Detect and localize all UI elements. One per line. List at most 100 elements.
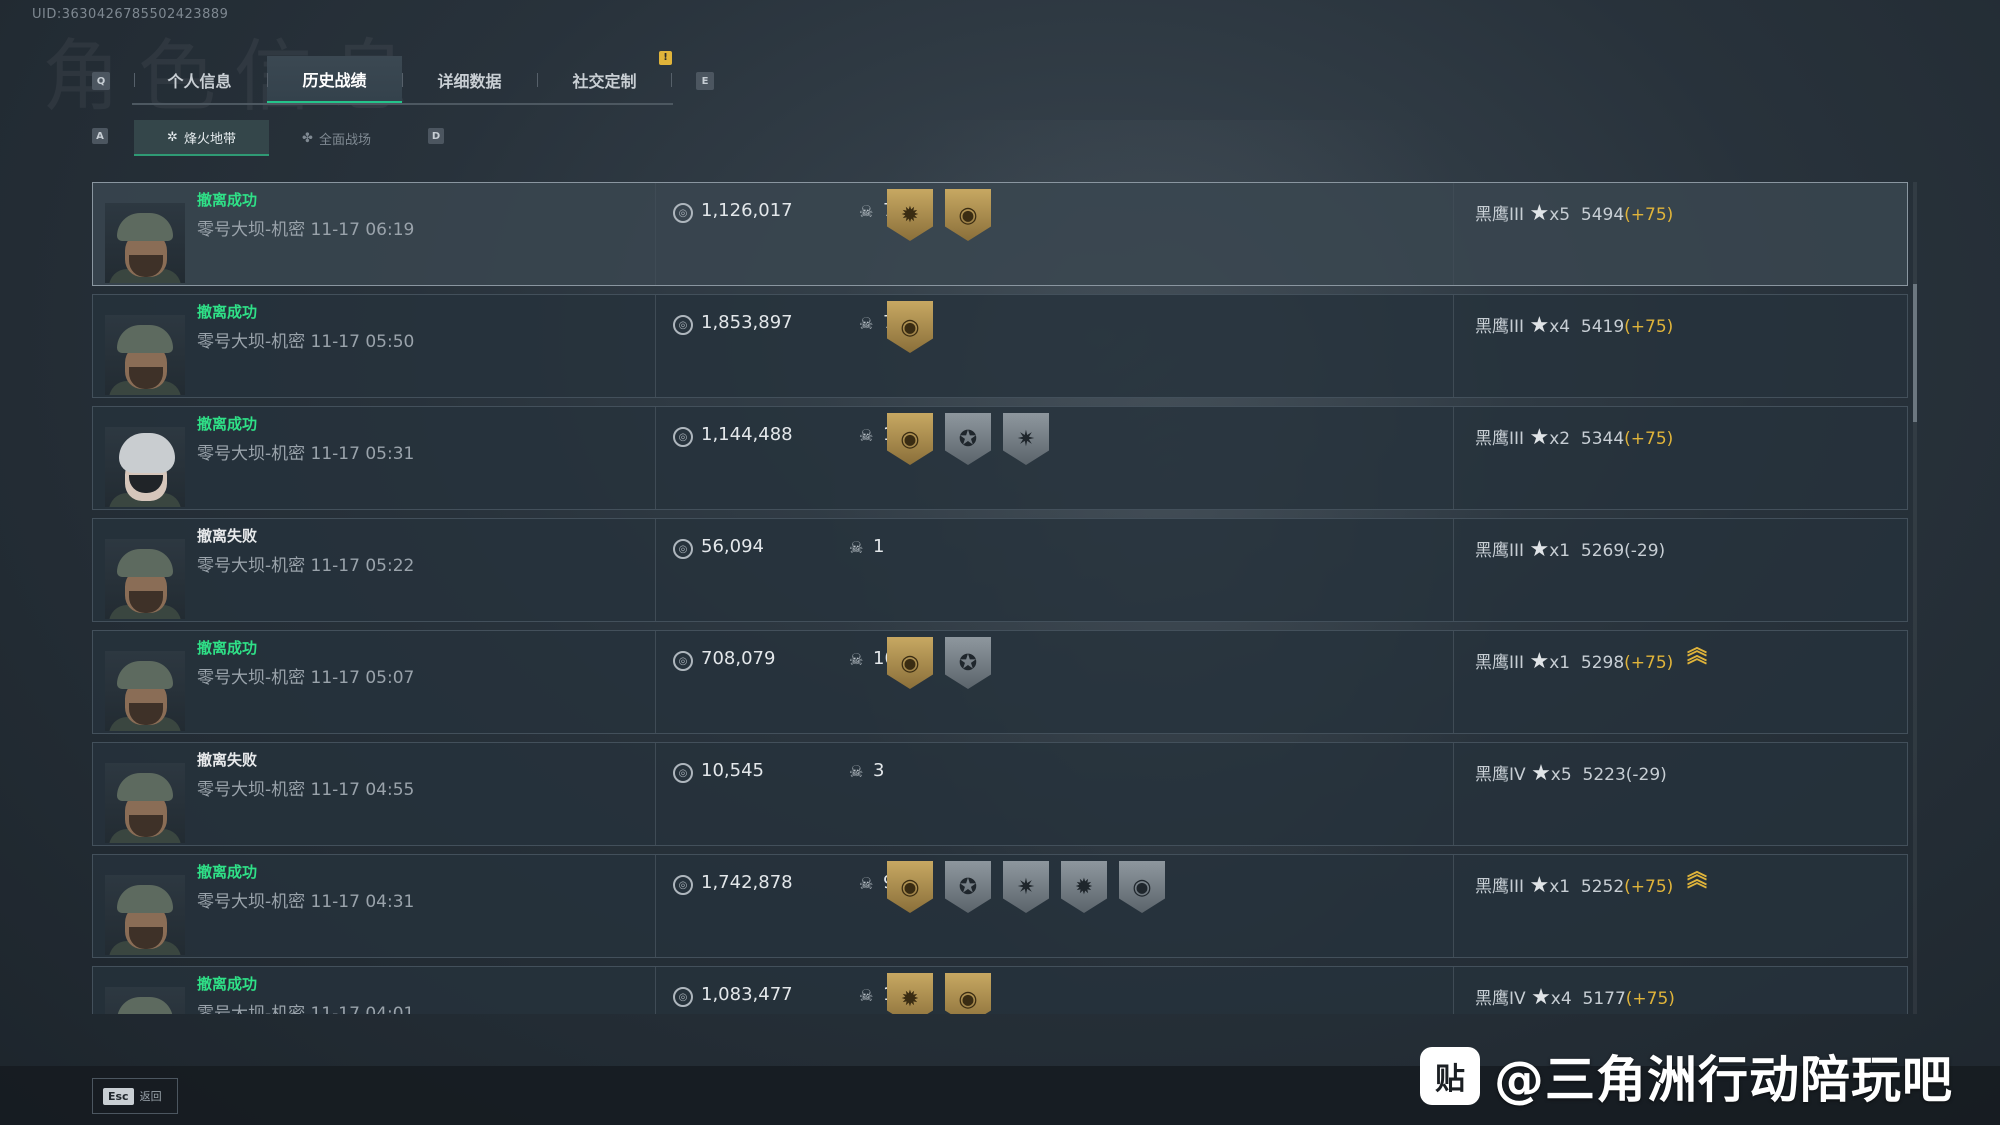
medal-list: ◉ ✪ ✷ ✹ ◉ bbox=[887, 861, 1165, 913]
match-row[interactable]: 撤离失败 零号大坝-机密 11-17 04:55 ◎ 10,545 ☠ 3 黑鹰… bbox=[92, 742, 1908, 846]
star-count: x5 bbox=[1549, 205, 1571, 225]
rank-score: 5177 bbox=[1582, 989, 1626, 1009]
medal-icon: ✹ bbox=[1061, 861, 1107, 913]
match-history-list: 撤离成功 零号大坝-机密 11-17 06:19 ◎ 1,126,017 ☠ 7… bbox=[92, 182, 1908, 1014]
star-count: x5 bbox=[1550, 765, 1572, 785]
medal-list: ✹ ◉ bbox=[887, 189, 991, 241]
medal-icon: ◉ bbox=[945, 189, 991, 241]
back-button[interactable]: Esc 返回 bbox=[92, 1078, 178, 1114]
rank-info: 黑鹰III ★x1 5252(+75) bbox=[1475, 872, 1673, 898]
rank-name: 黑鹰III bbox=[1475, 205, 1525, 225]
skull-icon: ☠ bbox=[849, 538, 864, 557]
star-count: x1 bbox=[1549, 653, 1571, 673]
medal-icon: ✹ bbox=[887, 189, 933, 241]
match-row[interactable]: 撤离失败 零号大坝-机密 11-17 05:22 ◎ 56,094 ☠ 1 黑鹰… bbox=[92, 518, 1908, 622]
subtab-warfare[interactable]: ✤ 全面战场 bbox=[269, 120, 404, 156]
match-row[interactable]: 撤离成功 零号大坝-机密 11-17 06:19 ◎ 1,126,017 ☠ 7… bbox=[92, 182, 1908, 286]
currency-icon: ◎ bbox=[673, 427, 693, 447]
match-row[interactable]: 撤离成功 零号大坝-机密 11-17 05:07 ◎ 708,079 ☠ 10 … bbox=[92, 630, 1908, 734]
medal-icon: ✪ bbox=[945, 413, 991, 465]
tieba-watermark: 贴 @三角洲行动陪玩吧 bbox=[1420, 1040, 1953, 1112]
score-delta: (+75) bbox=[1624, 205, 1674, 225]
currency-icon: ◎ bbox=[673, 875, 693, 895]
star-count: x4 bbox=[1550, 989, 1572, 1009]
skull-icon: ☠ bbox=[849, 762, 864, 781]
currency-icon: ◎ bbox=[673, 651, 693, 671]
medal-icon: ✪ bbox=[945, 637, 991, 689]
rank-score: 5494 bbox=[1580, 205, 1625, 225]
rank-score: 5223 bbox=[1582, 765, 1626, 785]
column-divider bbox=[655, 519, 656, 621]
map-and-time: 零号大坝-机密 11-17 04:55 bbox=[197, 780, 415, 800]
skull-icon: ☠ bbox=[859, 202, 874, 221]
match-row[interactable]: 撤离成功 零号大坝-机密 11-17 04:31 ◎ 1,742,878 ☠ 9… bbox=[92, 854, 1908, 958]
match-row[interactable]: 撤离成功 零号大坝-机密 11-17 04:01 ◎ 1,083,477 ☠ 1… bbox=[92, 966, 1908, 1014]
tab-underline bbox=[132, 103, 673, 105]
column-divider bbox=[655, 967, 656, 1014]
medal-icon: ◉ bbox=[887, 637, 933, 689]
medal-icon: ◉ bbox=[1119, 861, 1165, 913]
rank-name: 黑鹰III bbox=[1475, 317, 1525, 337]
score-delta: (+75) bbox=[1624, 877, 1674, 897]
currency-icon: ◎ bbox=[673, 763, 693, 783]
prev-tab-key[interactable]: Q bbox=[92, 72, 110, 90]
medal-list: ◉ ✪ bbox=[887, 637, 991, 689]
column-divider bbox=[655, 295, 656, 397]
esc-key: Esc bbox=[103, 1087, 134, 1105]
star-icon: ★ bbox=[1529, 873, 1550, 898]
skull-icon: ☠ bbox=[859, 314, 874, 333]
operator-avatar bbox=[105, 763, 185, 843]
rank-up-chevron-icon: ︽ ︽ bbox=[1687, 635, 1707, 667]
star-count: x1 bbox=[1549, 541, 1571, 561]
prev-subtab-key[interactable]: A bbox=[92, 128, 108, 144]
column-divider bbox=[655, 631, 656, 733]
operator-avatar bbox=[105, 427, 185, 507]
back-label: 返回 bbox=[139, 1090, 162, 1103]
match-row[interactable]: 撤离成功 零号大坝-机密 11-17 05:50 ◎ 1,853,897 ☠ 7… bbox=[92, 294, 1908, 398]
tieba-logo: 贴 bbox=[1420, 1047, 1480, 1105]
medal-list: ◉ bbox=[887, 301, 933, 353]
column-divider bbox=[1453, 631, 1454, 733]
column-divider bbox=[1453, 183, 1454, 285]
rank-info: 黑鹰IV ★x5 5223(-29) bbox=[1475, 760, 1667, 786]
star-count: x4 bbox=[1549, 317, 1571, 337]
loot-value: 10,545 bbox=[701, 760, 764, 781]
subtab-operations[interactable]: ✲ 烽火地带 bbox=[134, 120, 269, 156]
tab-detailed-stats[interactable]: 详细数据 bbox=[402, 56, 537, 104]
tab-match-history[interactable]: 历史战绩 bbox=[267, 56, 402, 104]
match-row[interactable]: 撤离成功 零号大坝-机密 11-17 05:31 ◎ 1,144,488 ☠ 1… bbox=[92, 406, 1908, 510]
skull-icon: ☠ bbox=[859, 874, 874, 893]
rank-info: 黑鹰III ★x1 5269(-29) bbox=[1475, 536, 1665, 562]
star-count: x2 bbox=[1549, 429, 1571, 449]
medal-icon: ✷ bbox=[1003, 413, 1049, 465]
rank-name: 黑鹰IV bbox=[1475, 989, 1526, 1009]
extraction-status: 撤离成功 bbox=[197, 415, 258, 433]
star-icon: ★ bbox=[1529, 537, 1550, 562]
next-subtab-key[interactable]: D bbox=[428, 128, 444, 144]
rank-score: 5298 bbox=[1580, 653, 1625, 673]
score-delta: (+75) bbox=[1624, 317, 1674, 337]
operator-avatar bbox=[105, 539, 185, 619]
score-delta: (+75) bbox=[1624, 429, 1674, 449]
tab-profile[interactable]: 个人信息 bbox=[132, 56, 267, 104]
map-and-time: 零号大坝-机密 11-17 05:50 bbox=[197, 332, 415, 352]
map-and-time: 零号大坝-机密 11-17 04:01 bbox=[197, 1004, 415, 1014]
notification-badge: ! bbox=[659, 51, 672, 65]
tab-separator bbox=[671, 73, 672, 87]
rank-info: 黑鹰III ★x4 5419(+75) bbox=[1475, 312, 1673, 338]
rank-name: 黑鹰III bbox=[1475, 877, 1525, 897]
main-tabs: 个人信息 历史战绩 详细数据 社交定制 bbox=[132, 56, 672, 104]
rank-score: 5252 bbox=[1580, 877, 1625, 897]
mode-subtabs: ✲ 烽火地带 ✤ 全面战场 bbox=[134, 120, 404, 156]
subtab-label: 全面战场 bbox=[318, 132, 371, 148]
next-tab-key[interactable]: E bbox=[696, 72, 714, 90]
column-divider bbox=[1453, 967, 1454, 1014]
column-divider bbox=[655, 855, 656, 957]
warfare-icon: ✤ bbox=[302, 130, 313, 146]
map-and-time: 零号大坝-机密 11-17 05:07 bbox=[197, 668, 415, 688]
tab-social[interactable]: 社交定制 bbox=[537, 56, 672, 104]
rank-name: 黑鹰III bbox=[1475, 429, 1525, 449]
scrollbar-thumb[interactable] bbox=[1913, 284, 1917, 422]
extraction-status: 撤离成功 bbox=[197, 639, 258, 657]
rank-info: 黑鹰III ★x5 5494(+75) bbox=[1475, 200, 1673, 226]
